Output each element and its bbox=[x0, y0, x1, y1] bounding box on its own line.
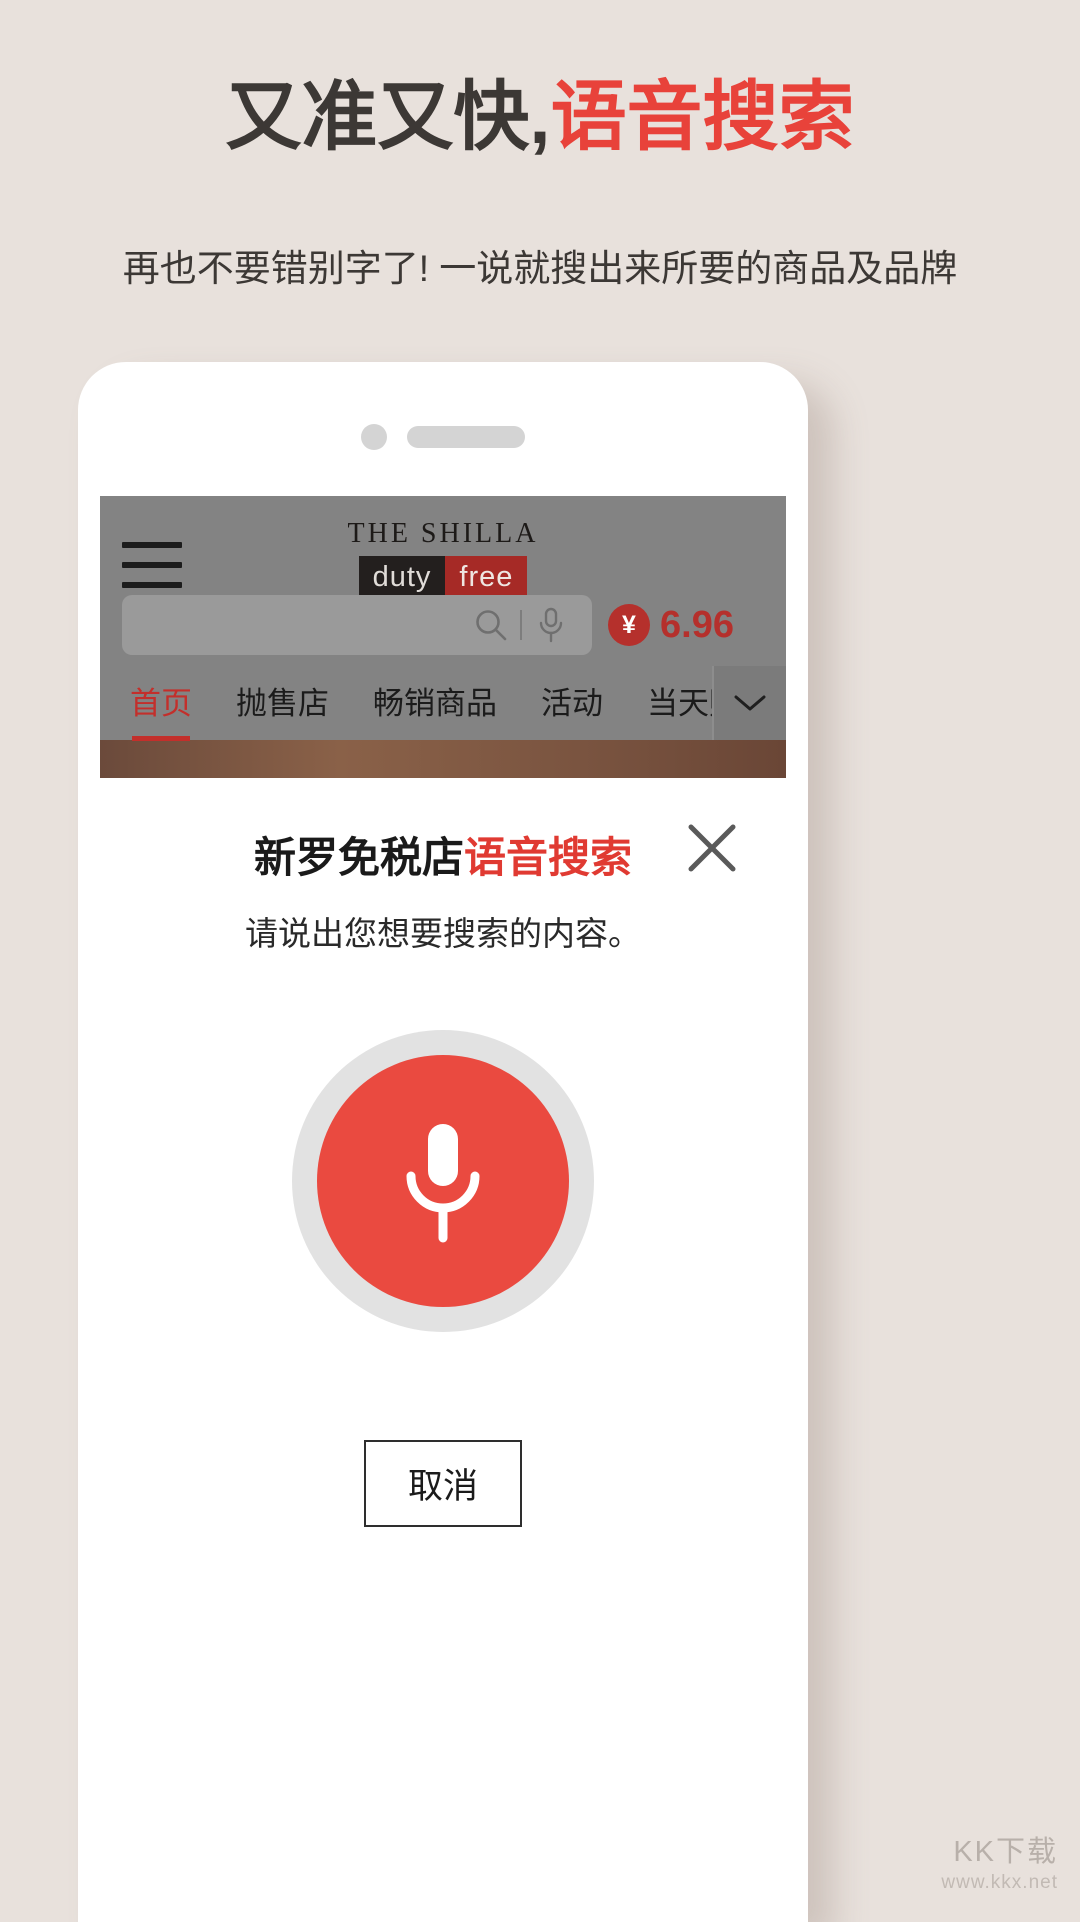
phone-screen: THE SHILLA duty free ¥ 6.96 首页 抛售店 畅销商品 … bbox=[100, 496, 786, 1922]
microphone-icon[interactable] bbox=[536, 607, 566, 643]
modal-title-brand: 新罗免税店 bbox=[253, 834, 464, 881]
microphone-icon bbox=[406, 1124, 480, 1243]
voice-record-button[interactable] bbox=[317, 1055, 569, 1307]
voice-search-modal: 新罗免税店语音搜索 请说出您想要搜索的内容。 取消 bbox=[100, 778, 786, 1922]
brand-logo: THE SHILLA duty free bbox=[100, 518, 786, 598]
speaker-bar-icon bbox=[407, 426, 525, 448]
watermark-main: KK下载 bbox=[953, 1836, 1058, 1868]
promo-headline-block: 又准又快,语音搜索 bbox=[0, 78, 1080, 158]
chevron-down-icon bbox=[734, 695, 766, 711]
page-title: 又准又快,语音搜索 bbox=[0, 78, 1080, 158]
cancel-button-area: 取消 bbox=[100, 1440, 786, 1527]
tab-home[interactable]: 首页 bbox=[130, 678, 192, 741]
cancel-button[interactable]: 取消 bbox=[363, 1440, 522, 1527]
nav-tabs: 首页 抛售店 畅销商品 活动 当天购 bbox=[100, 666, 786, 741]
search-row: ¥ 6.96 bbox=[100, 592, 786, 658]
modal-title-feature: 语音搜索 bbox=[464, 834, 633, 881]
modal-subtitle: 请说出您想要搜索的内容。 bbox=[245, 915, 641, 952]
camera-dot-icon bbox=[361, 424, 387, 450]
mic-button-area bbox=[100, 1030, 786, 1332]
phone-notch bbox=[78, 424, 808, 450]
promo-subtitle: 再也不要错别字了! 一说就搜出来所要的商品及品牌 bbox=[122, 248, 958, 289]
banner-strip bbox=[100, 740, 786, 778]
app-header: THE SHILLA duty free ¥ 6.96 bbox=[100, 496, 786, 666]
watermark: KK下载 www.kkx.net bbox=[941, 1828, 1058, 1894]
tab-clearance[interactable]: 抛售店 bbox=[236, 678, 329, 729]
expand-tabs-button[interactable] bbox=[712, 666, 786, 740]
headline-dark-part: 又准又快, bbox=[225, 75, 551, 160]
search-input[interactable] bbox=[122, 595, 592, 655]
brand-logo-top: THE SHILLA bbox=[347, 518, 539, 549]
search-divider bbox=[520, 610, 522, 640]
mic-button-ring bbox=[292, 1030, 594, 1332]
yen-symbol-icon: ¥ bbox=[608, 604, 650, 646]
headline-red-part: 语音搜索 bbox=[550, 75, 855, 160]
phone-mockup: THE SHILLA duty free ¥ 6.96 首页 抛售店 畅销商品 … bbox=[78, 362, 808, 1922]
close-icon[interactable] bbox=[684, 820, 740, 876]
currency-rate[interactable]: ¥ 6.96 bbox=[608, 604, 734, 647]
watermark-sub: www.kkx.net bbox=[941, 1872, 1058, 1893]
tab-events[interactable]: 活动 bbox=[541, 678, 603, 729]
magnifier-icon[interactable] bbox=[474, 608, 508, 642]
tab-bestsellers[interactable]: 畅销商品 bbox=[373, 678, 497, 729]
currency-rate-value: 6.96 bbox=[660, 603, 734, 646]
